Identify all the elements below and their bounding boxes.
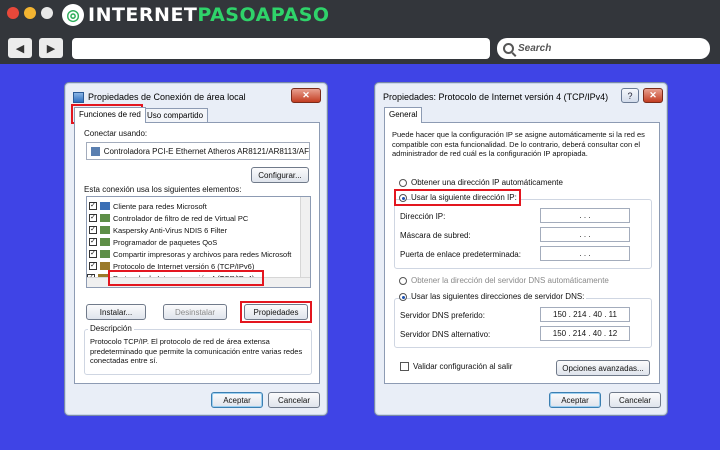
accept-button[interactable]: Aceptar bbox=[211, 392, 263, 408]
highlight-manual-ip bbox=[394, 189, 521, 206]
preferred-dns-label: Servidor DNS preferido: bbox=[400, 311, 485, 320]
manual-dns-radio[interactable] bbox=[399, 293, 407, 301]
list-item-label: Programador de paquetes QoS bbox=[113, 237, 218, 247]
forward-button[interactable]: ▶ bbox=[39, 38, 63, 58]
service-icon bbox=[100, 238, 110, 246]
minimize-dot[interactable] bbox=[24, 7, 36, 19]
address-bar[interactable] bbox=[72, 38, 490, 59]
back-button[interactable]: ◀ bbox=[8, 38, 32, 58]
close-dot[interactable] bbox=[7, 7, 19, 19]
subnet-mask-label: Máscara de subred: bbox=[400, 231, 471, 240]
intro-text: Puede hacer que la configuración IP se a… bbox=[392, 130, 645, 158]
service-icon bbox=[100, 250, 110, 258]
list-item[interactable]: ✓ Controlador de filtro de red de Virtual… bbox=[89, 212, 248, 224]
configure-button[interactable]: Configurar... bbox=[251, 167, 309, 183]
uninstall-button: Desinstalar bbox=[163, 304, 227, 320]
preferred-dns-input[interactable]: 150 . 214 . 40 . 11 bbox=[540, 307, 630, 322]
gateway-input[interactable]: . . . bbox=[540, 246, 630, 261]
adapter-icon bbox=[91, 146, 100, 156]
list-item-label: Kaspersky Anti-Virus NDIS 6 Filter bbox=[113, 225, 228, 235]
brand-accent: PASOAPASO bbox=[197, 4, 330, 26]
list-item[interactable]: ✓ Kaspersky Anti-Virus NDIS 6 Filter bbox=[89, 224, 227, 236]
dialog-title-bar: Propiedades: Protocolo de Internet versi… bbox=[383, 87, 659, 107]
checkbox[interactable]: ✓ bbox=[89, 226, 97, 234]
gateway-label: Puerta de enlace predeterminada: bbox=[400, 250, 521, 259]
ip-address-input[interactable]: . . . bbox=[540, 208, 630, 223]
network-icon bbox=[73, 91, 84, 103]
auto-ip-radio[interactable] bbox=[399, 179, 407, 187]
description-title: Descripción bbox=[88, 324, 134, 333]
auto-ip-label: Obtener una dirección IP automáticamente bbox=[411, 178, 563, 187]
list-item-label: Controlador de filtro de red de Virtual … bbox=[113, 213, 249, 223]
cancel-button[interactable]: Cancelar bbox=[609, 392, 661, 408]
client-icon bbox=[100, 202, 110, 210]
maximize-dot[interactable] bbox=[41, 7, 53, 19]
checkbox[interactable]: ✓ bbox=[89, 202, 97, 210]
search-placeholder: Search bbox=[518, 43, 552, 54]
logo-icon: ◎ bbox=[62, 4, 84, 26]
auto-dns-label: Obtener la dirección del servidor DNS au… bbox=[411, 276, 609, 285]
service-icon bbox=[100, 226, 110, 234]
validate-checkbox[interactable] bbox=[400, 362, 409, 371]
checkbox[interactable]: ✓ bbox=[89, 238, 97, 246]
service-icon bbox=[100, 214, 110, 222]
list-item-label: Cliente para redes Microsoft bbox=[113, 201, 207, 211]
elements-label: Esta conexión usa los siguientes element… bbox=[84, 185, 242, 194]
alternate-dns-label: Servidor DNS alternativo: bbox=[400, 330, 491, 339]
dialog-title: Propiedades: Protocolo de Internet versi… bbox=[383, 92, 609, 102]
tab-network-functions[interactable]: Funciones de red bbox=[74, 107, 146, 123]
search-icon bbox=[503, 43, 514, 54]
description-text: Protocolo TCP/IP. El protocolo de red de… bbox=[90, 337, 303, 365]
help-button[interactable]: ? bbox=[621, 88, 639, 103]
install-button[interactable]: Instalar... bbox=[86, 304, 146, 320]
vertical-scrollbar[interactable] bbox=[300, 197, 310, 277]
checkbox[interactable]: ✓ bbox=[89, 250, 97, 258]
auto-dns-radio[interactable] bbox=[399, 277, 407, 285]
site-logo: ◎ INTERNETPASOAPASO bbox=[62, 3, 330, 27]
list-item[interactable]: ✓ Compartir impresoras y archivos para re… bbox=[89, 248, 291, 260]
checkbox[interactable]: ✓ bbox=[89, 262, 97, 270]
adapter-name: Controladora PCI-E Ethernet Atheros AR81… bbox=[103, 146, 309, 156]
close-button[interactable]: ✕ bbox=[291, 88, 321, 103]
brand-name: INTERNET bbox=[88, 4, 198, 26]
validate-label: Validar configuración al salir bbox=[413, 362, 513, 371]
search-bar[interactable]: Search bbox=[497, 38, 710, 59]
advanced-options-button[interactable]: Opciones avanzadas... bbox=[556, 360, 650, 376]
cancel-button[interactable]: Cancelar bbox=[268, 392, 320, 408]
close-button[interactable]: ✕ bbox=[643, 88, 663, 103]
checkbox[interactable]: ✓ bbox=[89, 214, 97, 222]
dialog-title: Propiedades de Conexión de área local bbox=[88, 92, 246, 102]
list-item-label: Compartir impresoras y archivos para red… bbox=[113, 249, 292, 259]
list-item[interactable]: ✓ Programador de paquetes QoS bbox=[89, 236, 217, 248]
subnet-mask-input[interactable]: . . . bbox=[540, 227, 630, 242]
list-item[interactable]: ✓ Cliente para redes Microsoft bbox=[89, 200, 207, 212]
alternate-dns-input[interactable]: 150 . 214 . 40 . 12 bbox=[540, 326, 630, 341]
tab-general[interactable]: General bbox=[384, 107, 423, 123]
protocol-icon bbox=[100, 262, 110, 270]
highlight-ipv4-item bbox=[108, 270, 264, 286]
tab-sharing[interactable]: Uso compartido bbox=[142, 108, 209, 122]
ip-address-label: Dirección IP: bbox=[400, 212, 446, 221]
adapter-field: Controladora PCI-E Ethernet Atheros AR81… bbox=[86, 142, 310, 160]
browser-chrome: ◎ INTERNETPASOAPASO ◀ ▶ Search bbox=[0, 0, 720, 64]
accept-button[interactable]: Aceptar bbox=[549, 392, 601, 408]
connect-using-label: Conectar usando: bbox=[84, 129, 148, 138]
highlight-properties-button bbox=[240, 301, 312, 323]
manual-dns-label: Usar las siguientes direcciones de servi… bbox=[411, 292, 587, 301]
